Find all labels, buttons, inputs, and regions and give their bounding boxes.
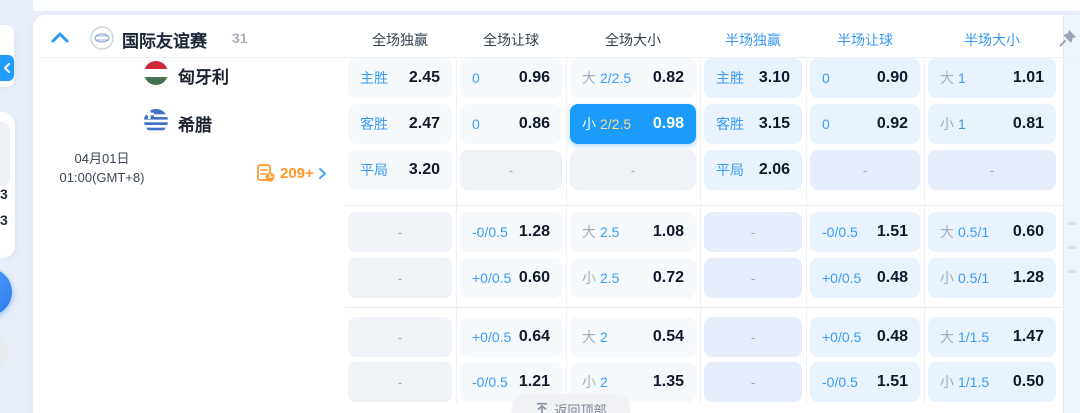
odds-cell-ht-over[interactable]: 大1 1.01 [928, 58, 1056, 98]
odds-cell-ht-handicap-home[interactable]: 0 0.90 [810, 58, 920, 98]
column-header-ht-handicap[interactable]: 半场让球 [810, 30, 920, 50]
column-header-ht-overunder[interactable]: 半场大小 [928, 30, 1056, 50]
group-divider [345, 307, 1062, 308]
odds-cell-empty: - [570, 150, 696, 190]
clipped-odds-value: 3 [0, 186, 8, 202]
home-team-name: 匈牙利 [178, 68, 229, 87]
clipped-odds-value: 3 [0, 212, 8, 228]
column-header-ft-handicap: 全场让球 [483, 32, 539, 48]
odds-cell-ft-over[interactable]: 大2 0.54 [570, 317, 696, 357]
odds-cell-empty: - [704, 317, 802, 357]
column-header-ht-win[interactable]: 半场独赢 [704, 30, 802, 50]
collapse-sidebar-button[interactable] [0, 55, 14, 81]
odds-cell-ht-draw[interactable]: 平局 2.06 [704, 150, 802, 190]
away-team-name: 希腊 [178, 116, 212, 135]
odds-cell-selected-ft-under[interactable]: 小 2/2.5 0.98 [570, 104, 696, 144]
odds-cell-ht-handicap[interactable]: -0/0.5 1.51 [810, 362, 920, 402]
clipped-left-field [0, 122, 10, 186]
clipped-floating-button-gray[interactable] [0, 330, 8, 376]
odds-cell-empty: - [704, 258, 802, 298]
flag-hungary-icon [144, 61, 168, 85]
odds-cell-empty: - [704, 362, 802, 402]
odds-cell-ft-handicap[interactable]: +0/0.5 0.60 [460, 258, 562, 298]
odds-cell-empty: - [348, 258, 452, 298]
column-divider [456, 58, 457, 403]
flag-greece-icon [144, 109, 168, 133]
group-divider [345, 205, 1062, 206]
gutter-mark [1068, 222, 1076, 225]
chevron-right-icon [318, 167, 326, 179]
odds-cell-ht-under[interactable]: 小 1/1.5 0.50 [928, 362, 1056, 402]
clipped-card-above [33, 0, 1080, 11]
odds-cell-ht-handicap-away[interactable]: 0 0.92 [810, 104, 920, 144]
odds-cell-ht-handicap[interactable]: +0/0.5 0.48 [810, 258, 920, 298]
odds-cell-empty: - [460, 150, 562, 190]
column-header-ft-win: 全场独赢 [372, 32, 428, 48]
column-divider [806, 58, 807, 403]
chevron-left-icon [4, 63, 10, 73]
odds-cell-ht-away-win[interactable]: 客胜 3.15 [704, 104, 802, 144]
column-header-ft-overunder: 全场大小 [605, 32, 661, 48]
odds-cell-empty: - [704, 212, 802, 252]
header-divider [40, 57, 1080, 58]
league-match-count: 31 [232, 30, 248, 46]
back-to-top-icon [537, 402, 548, 413]
column-divider [700, 58, 701, 403]
column-divider [566, 58, 567, 403]
odds-cell-ht-home-win[interactable]: 主胜 3.10 [704, 58, 802, 98]
odds-cell-empty: - [928, 150, 1056, 190]
odds-cell-ft-over[interactable]: 大 2/2.5 0.82 [570, 58, 696, 98]
odds-cell-empty: - [810, 150, 920, 190]
odds-cell-ft-under[interactable]: 小 2.5 0.72 [570, 258, 696, 298]
pinned-column-gutter [1063, 15, 1080, 413]
markets-icon [257, 164, 275, 182]
odds-cell-ft-handicap-home[interactable]: 0 0.96 [460, 58, 562, 98]
odds-cell-ht-under[interactable]: 小1 0.81 [928, 104, 1056, 144]
gutter-mark [1068, 246, 1076, 249]
odds-cell-ht-over[interactable]: 大 1/1.5 1.47 [928, 317, 1056, 357]
odds-cell-ht-handicap[interactable]: -0/0.5 1.51 [810, 212, 920, 252]
match-datetime: 04月01日 01:00(GMT+8) [36, 149, 168, 187]
odds-cell-empty: - [348, 317, 452, 357]
odds-cell-ft-handicap[interactable]: +0/0.5 0.64 [460, 317, 562, 357]
clipped-floating-button-blue[interactable] [0, 268, 12, 316]
odds-cell-empty: - [348, 362, 452, 402]
odds-cell-ft-home-win[interactable]: 主胜 2.45 [348, 58, 452, 98]
back-to-top-label: 返回顶部 [554, 402, 607, 413]
odds-cell-ht-under[interactable]: 小 0.5/1 1.28 [928, 258, 1056, 298]
league-name[interactable]: 国际友谊赛 [122, 27, 207, 52]
odds-cell-ht-over[interactable]: 大 0.5/1 0.60 [928, 212, 1056, 252]
odds-cell-ft-away-win[interactable]: 客胜 2.47 [348, 104, 452, 144]
pin-icon[interactable] [1058, 28, 1078, 48]
clipped-left-panel: 3 3 [0, 112, 15, 258]
odds-cell-ft-handicap-away[interactable]: 0 0.86 [460, 104, 562, 144]
gutter-mark [1068, 270, 1076, 273]
collapse-league-button[interactable] [50, 30, 72, 48]
odds-cell-ft-handicap[interactable]: -0/0.5 1.28 [460, 212, 562, 252]
league-badge [90, 26, 114, 50]
markets-count: 209+ [280, 164, 314, 182]
odds-cell-ft-draw[interactable]: 平局 3.20 [348, 150, 452, 190]
odds-cell-empty: - [348, 212, 452, 252]
column-divider [924, 58, 925, 403]
screenshot-root: 国际友谊赛 31 全场独赢 全场让球 全场大小 半场独赢 半场让球 半场大小 匈… [0, 0, 1080, 413]
match-time: 01:00(GMT+8) [59, 170, 145, 185]
odds-cell-ht-handicap[interactable]: +0/0.5 0.48 [810, 317, 920, 357]
match-date: 04月01日 [74, 151, 130, 166]
more-markets-link[interactable]: 209+ [256, 161, 327, 185]
clipped-text-fragment [88, 3, 238, 11]
back-to-top-button[interactable]: 返回顶部 [512, 394, 630, 413]
odds-cell-ft-over[interactable]: 大 2.5 1.08 [570, 212, 696, 252]
chevron-up-icon [51, 32, 69, 43]
